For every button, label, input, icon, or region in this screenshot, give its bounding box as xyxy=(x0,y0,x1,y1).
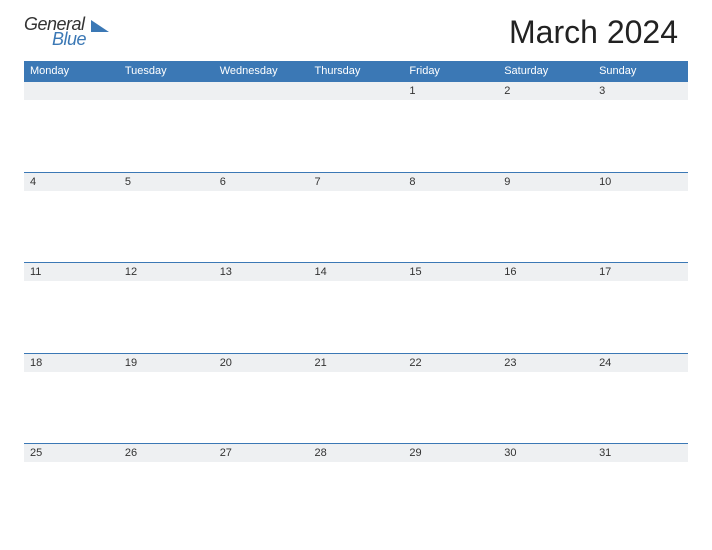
day-cell: 22 xyxy=(403,353,498,372)
day-cell: 29 xyxy=(403,444,498,463)
day-cell: 7 xyxy=(309,172,404,191)
header: General Blue March 2024 xyxy=(24,14,688,51)
day-cell: 10 xyxy=(593,172,688,191)
spacer-row xyxy=(24,281,688,353)
day-cell: 3 xyxy=(593,82,688,101)
day-header: Wednesday xyxy=(214,61,309,82)
day-cell: 16 xyxy=(498,263,593,282)
day-header-row: Monday Tuesday Wednesday Thursday Friday… xyxy=(24,61,688,82)
day-cell: 31 xyxy=(593,444,688,463)
day-header: Monday xyxy=(24,61,119,82)
day-cell: 8 xyxy=(403,172,498,191)
day-cell: 21 xyxy=(309,353,404,372)
day-cell: 27 xyxy=(214,444,309,463)
logo: General Blue xyxy=(24,14,109,50)
day-cell: 25 xyxy=(24,444,119,463)
day-cell: 4 xyxy=(24,172,119,191)
day-cell xyxy=(214,82,309,101)
day-cell: 6 xyxy=(214,172,309,191)
page-title: March 2024 xyxy=(509,14,688,51)
day-cell xyxy=(119,82,214,101)
logo-text-blue: Blue xyxy=(52,29,86,50)
day-cell: 15 xyxy=(403,263,498,282)
day-cell: 18 xyxy=(24,353,119,372)
day-cell: 19 xyxy=(119,353,214,372)
logo-triangle-icon xyxy=(91,20,109,32)
day-cell: 2 xyxy=(498,82,593,101)
day-cell: 30 xyxy=(498,444,593,463)
day-cell: 9 xyxy=(498,172,593,191)
spacer-row xyxy=(24,462,688,534)
spacer-row xyxy=(24,191,688,263)
day-cell: 1 xyxy=(403,82,498,101)
table-row: 1 2 3 xyxy=(24,82,688,101)
day-cell: 24 xyxy=(593,353,688,372)
table-row: 18 19 20 21 22 23 24 xyxy=(24,353,688,372)
day-cell: 23 xyxy=(498,353,593,372)
table-row: 11 12 13 14 15 16 17 xyxy=(24,263,688,282)
day-cell: 17 xyxy=(593,263,688,282)
spacer-row xyxy=(24,372,688,444)
day-cell xyxy=(24,82,119,101)
day-header: Friday xyxy=(403,61,498,82)
spacer-row xyxy=(24,100,688,172)
day-header: Saturday xyxy=(498,61,593,82)
day-cell: 28 xyxy=(309,444,404,463)
day-cell: 11 xyxy=(24,263,119,282)
day-cell: 12 xyxy=(119,263,214,282)
day-cell xyxy=(309,82,404,101)
day-cell: 14 xyxy=(309,263,404,282)
table-row: 25 26 27 28 29 30 31 xyxy=(24,444,688,463)
day-cell: 26 xyxy=(119,444,214,463)
day-header: Sunday xyxy=(593,61,688,82)
day-header: Thursday xyxy=(309,61,404,82)
day-header: Tuesday xyxy=(119,61,214,82)
day-cell: 5 xyxy=(119,172,214,191)
table-row: 4 5 6 7 8 9 10 xyxy=(24,172,688,191)
day-cell: 13 xyxy=(214,263,309,282)
day-cell: 20 xyxy=(214,353,309,372)
calendar-table: Monday Tuesday Wednesday Thursday Friday… xyxy=(24,61,688,534)
